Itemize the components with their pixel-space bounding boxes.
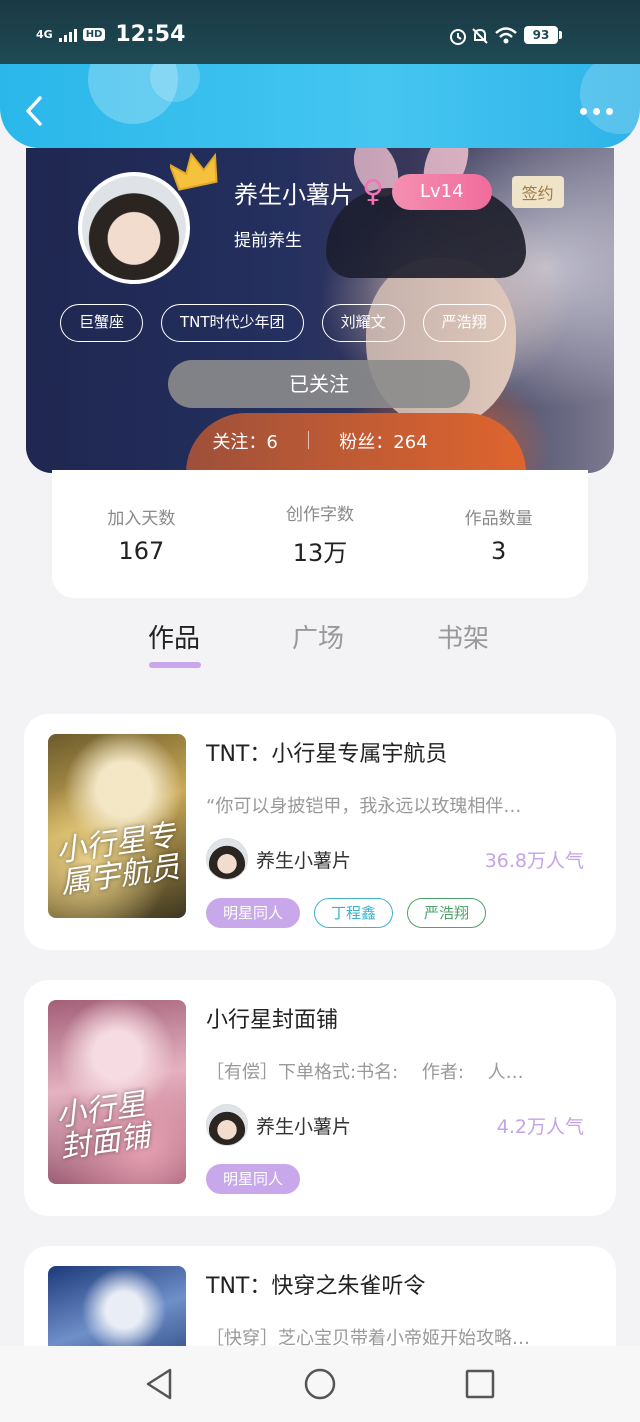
book-title[interactable]: 小行星封面铺 xyxy=(206,1002,338,1034)
more-dot xyxy=(580,108,587,115)
tab-square[interactable]: 广场 xyxy=(292,618,344,655)
header-decoration xyxy=(580,64,640,134)
crown-icon xyxy=(170,152,218,191)
book-title[interactable]: TNT：小行星专属宇航员 xyxy=(206,736,447,768)
nav-back-icon[interactable] xyxy=(142,1366,178,1402)
book-tag[interactable]: 丁程鑫 xyxy=(314,898,394,928)
author-row: 养生小薯片 4.2万人气 xyxy=(206,1104,584,1148)
book-cover[interactable]: 小行星封面铺 xyxy=(48,1000,186,1184)
profile-tag[interactable]: 严浩翔 xyxy=(422,304,506,342)
back-button[interactable] xyxy=(20,94,50,128)
alarm-icon xyxy=(450,29,466,45)
stat-label: 作品数量 xyxy=(464,508,533,529)
system-nav-bar xyxy=(0,1346,640,1422)
profile-tags: 巨蟹座 TNT时代少年团 刘耀文 严浩翔 xyxy=(60,304,506,342)
stat-value: 13万 xyxy=(292,539,348,567)
wifi-icon xyxy=(495,27,517,44)
hd-badge: HD xyxy=(82,28,106,41)
nickname: 养生小薯片 xyxy=(234,180,354,209)
active-tab-indicator xyxy=(149,662,201,668)
network-label: 4G xyxy=(36,27,53,41)
stat-label: 加入天数 xyxy=(107,508,176,529)
author-name[interactable]: 养生小薯片 xyxy=(256,846,351,873)
profile-tag[interactable]: TNT时代少年团 xyxy=(161,304,304,342)
book-tags: 明星同人 xyxy=(206,1164,301,1194)
author-name[interactable]: 养生小薯片 xyxy=(256,1112,351,1139)
cover-title: 小行星封面铺 xyxy=(53,1086,153,1166)
battery-icon: 93 xyxy=(524,26,558,44)
book-tag[interactable]: 明星同人 xyxy=(206,1164,301,1194)
mute-bell-icon xyxy=(472,28,488,44)
book-description: “你可以身披铠甲，我永远以玫瑰相伴… xyxy=(206,796,522,817)
stat-label: 创作字数 xyxy=(285,505,354,525)
popularity: 36.8万人气 xyxy=(484,850,584,872)
more-dot xyxy=(593,108,600,115)
book-card[interactable]: 小行星专属宇航员 TNT：小行星专属宇航员 “你可以身披铠甲，我永远以玫瑰相伴…… xyxy=(24,714,616,950)
status-left: 4G HD 12:54 xyxy=(36,22,185,47)
status-bar: 4G HD 12:54 93 xyxy=(0,0,640,70)
more-button[interactable] xyxy=(580,108,614,118)
profile-tag[interactable]: 刘耀文 xyxy=(321,304,405,342)
book-card[interactable]: 小行星封面铺 小行星封面铺 ［有偿］下单格式:书名: 作者: 人… 养生小薯片 … xyxy=(24,980,616,1216)
stat-works-count: 作品数量 3 xyxy=(424,504,574,565)
author-row: 养生小薯片 36.8万人气 xyxy=(206,838,584,882)
book-description: ［有偿］下单格式:书名: 作者: 人… xyxy=(206,1062,524,1083)
motto: 提前养生 xyxy=(234,231,302,251)
popularity: 4.2万人气 xyxy=(496,1116,584,1138)
signal-icon xyxy=(58,28,77,42)
more-dot xyxy=(606,108,613,115)
signed-badge: 签约 xyxy=(511,176,564,208)
clock: 12:54 xyxy=(115,22,186,47)
profile-tag[interactable]: 巨蟹座 xyxy=(60,304,144,342)
tab-works[interactable]: 作品 xyxy=(148,618,200,655)
following-count[interactable]: 关注：6 xyxy=(212,428,277,454)
level-badge: Lv14 xyxy=(391,174,492,210)
nav-recents-icon[interactable] xyxy=(462,1366,498,1402)
stat-value: 3 xyxy=(491,536,507,565)
divider xyxy=(307,431,310,449)
book-cover[interactable]: 小行星专属宇航员 xyxy=(48,734,186,918)
book-tag[interactable]: 明星同人 xyxy=(206,898,301,928)
stat-word-count: 创作字数 13万 xyxy=(245,500,395,568)
book-tags: 明星同人 丁程鑫 严浩翔 xyxy=(206,898,487,928)
book-title[interactable]: TNT：快穿之朱雀听令 xyxy=(206,1268,425,1300)
book-tag[interactable]: 严浩翔 xyxy=(407,898,487,928)
stats-card: 加入天数 167 创作字数 13万 作品数量 3 xyxy=(52,470,588,598)
follow-stats: 关注：6 粉丝：264 xyxy=(26,428,614,454)
stat-value: 167 xyxy=(118,536,165,565)
cover-title: 小行星专属宇航员 xyxy=(53,817,183,902)
female-icon: ♀ xyxy=(362,174,384,209)
nickname-row: 养生小薯片 ♀ Lv14 签约 xyxy=(234,174,564,210)
battery-tip xyxy=(559,31,562,39)
followed-button[interactable]: 已关注 xyxy=(168,360,470,408)
stat-join-days: 加入天数 167 xyxy=(66,504,216,565)
author-avatar[interactable] xyxy=(206,1104,248,1146)
profile-banner: 养生小薯片 ♀ Lv14 签约 提前养生 巨蟹座 TNT时代少年团 刘耀文 严浩… xyxy=(26,148,614,473)
author-avatar[interactable] xyxy=(206,838,248,880)
fans-count[interactable]: 粉丝：264 xyxy=(339,428,427,454)
nav-home-icon[interactable] xyxy=(302,1366,338,1402)
tab-bar: 作品 广场 书架 xyxy=(0,612,640,692)
tab-bookshelf[interactable]: 书架 xyxy=(437,618,489,655)
top-header xyxy=(0,64,640,148)
